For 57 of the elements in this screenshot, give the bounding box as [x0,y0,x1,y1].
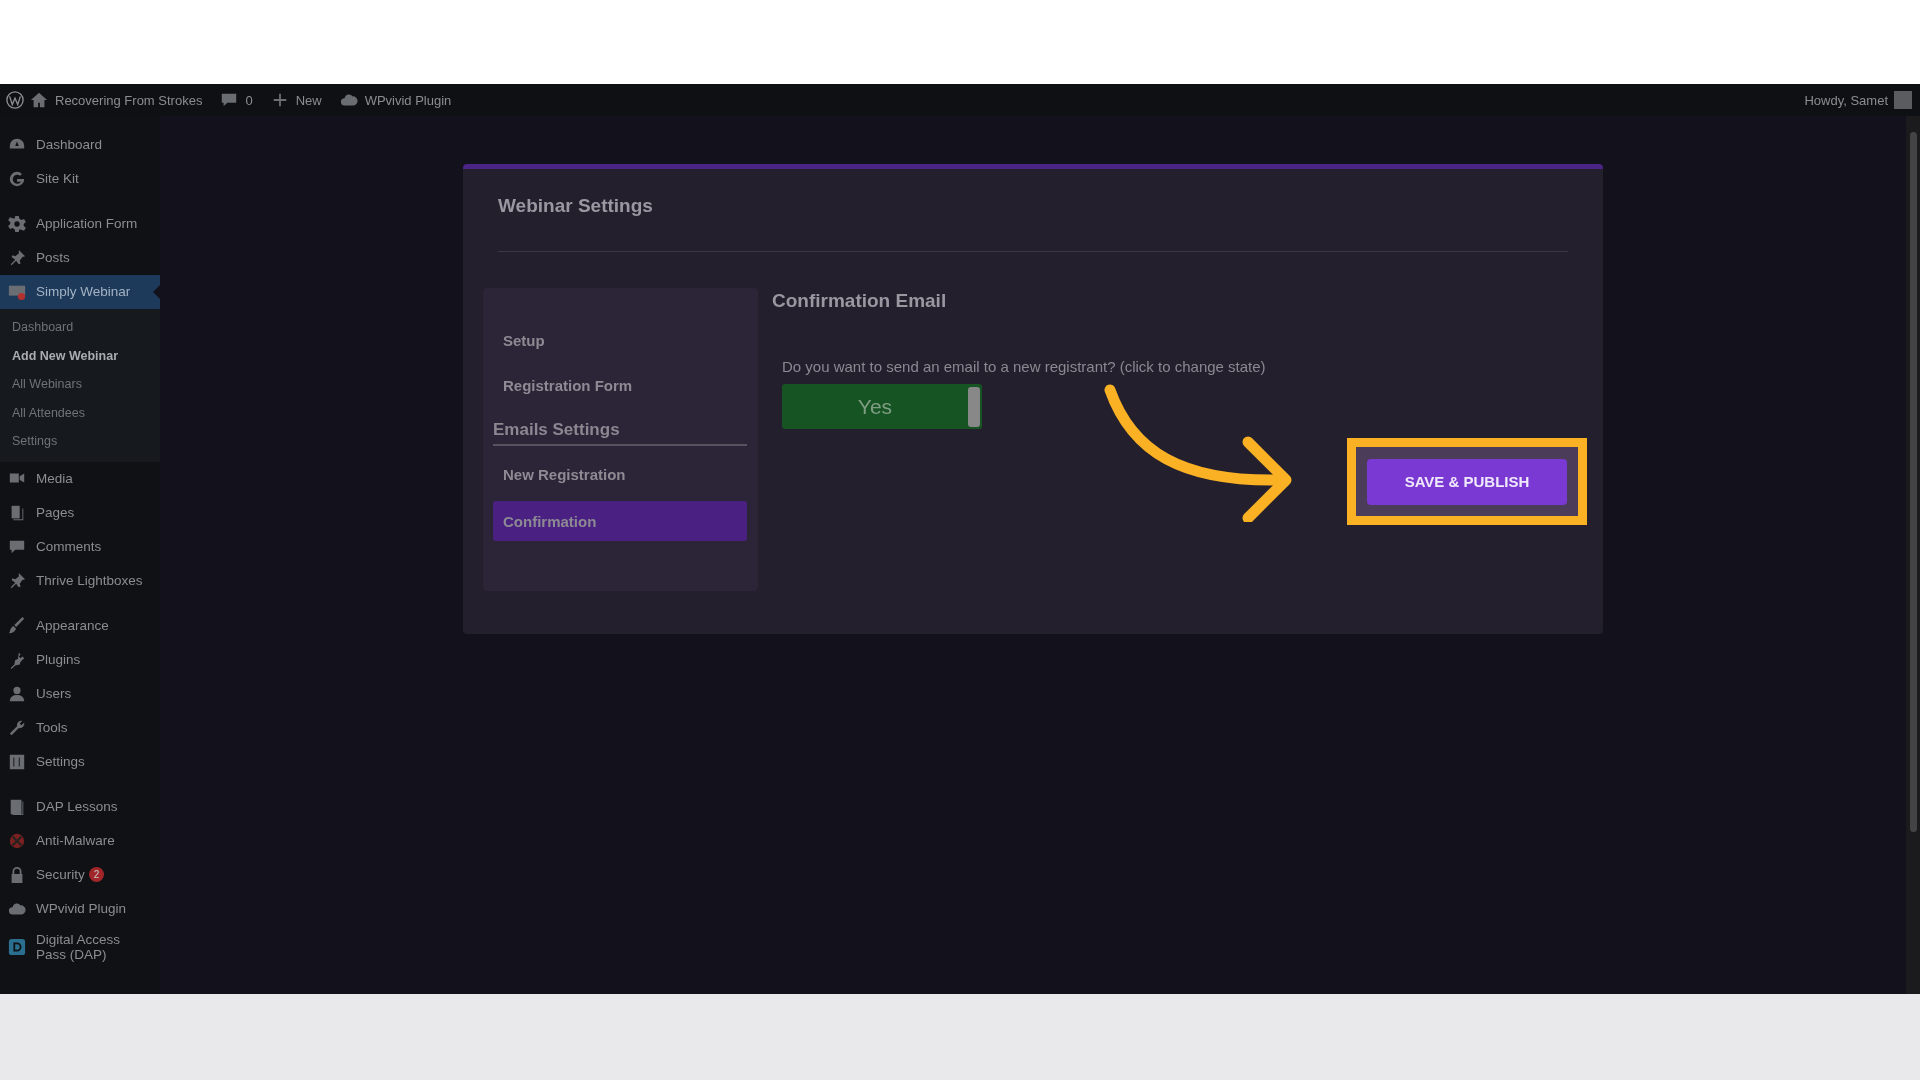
toggle-switch[interactable]: Yes [782,384,982,429]
sidebar-item[interactable]: Plugins [0,642,160,677]
new-link[interactable]: New [295,92,322,108]
sidebar-item[interactable]: Simply Webinar [0,275,160,309]
sidebar-item[interactable]: Security 2 [0,857,160,892]
wrench-icon [8,718,26,737]
sidebar-item[interactable]: Application Form [0,207,160,241]
submenu-item[interactable]: Settings [0,427,160,456]
sidebar-item[interactable]: Tools [0,710,160,745]
sidebar-item[interactable]: Posts [0,241,160,275]
sidebar-item[interactable]: Pages [0,495,160,530]
submenu-item[interactable]: All Webinars [0,370,160,399]
submenu-item[interactable]: Add New Webinar [0,341,160,370]
letter-g-icon [8,170,26,188]
comment-count[interactable]: 0 [245,92,253,108]
sidebar-item[interactable]: Site Kit [0,162,160,196]
nav-section-heading: Emails Settings [493,408,747,446]
submenu-item[interactable]: All Attendees [0,398,160,427]
card-title: Webinar Settings [498,195,654,217]
sliders-icon [8,752,26,771]
pushpin-icon [8,249,26,267]
sidebar-item[interactable]: DAP Lessons [0,789,160,824]
settings-icon [8,215,26,233]
paintbrush-icon [8,616,26,635]
wordpress-logo-icon [6,91,24,109]
nav-item[interactable]: Confirmation [493,501,747,541]
section-title: Confirmation Email [772,290,947,312]
save-publish-button[interactable]: SAVE & PUBLISH [1367,458,1567,505]
plugin-link[interactable]: WPvivid Plugin [364,92,452,108]
sidebar-item[interactable]: Appearance [0,608,160,643]
sidebar-item[interactable]: Media [0,461,160,496]
crossed-circle-icon [8,831,26,850]
nav-item[interactable]: Registration Form [493,363,747,408]
home-icon [30,91,48,109]
scrollbar-thumb[interactable] [1909,132,1917,832]
sidebar-item[interactable]: Users [0,676,160,711]
site-name-link[interactable]: Recovering From Strokes [55,92,203,108]
book-icon [8,797,26,816]
user-icon [8,684,26,703]
nav-item[interactable]: New Registration [493,452,747,497]
plug-icon [8,650,26,669]
video-screen-icon [8,283,26,301]
nav-item[interactable]: Setup [493,318,747,363]
sidebar-item[interactable]: Settings [0,744,160,779]
sidebar-item[interactable]: Anti-Malware [0,823,160,858]
question-text: Do you want to send an email to a new registrant? (click to change state) [782,358,1266,375]
sidebar-item[interactable]: Dashboard [0,128,160,162]
sidebar-item[interactable]: Comments [0,529,160,564]
pushpin-icon [8,571,26,590]
sidebar-item[interactable]: WPvivid Plugin [0,891,160,926]
letter-d-icon [8,938,26,956]
sidebar-item[interactable]: Thrive Lightboxes [0,563,160,598]
greeting-link[interactable]: Howdy, Samet [1804,92,1888,108]
submenu-item[interactable]: Dashboard [0,313,160,342]
sidebar-item[interactable]: Digital Access Pass (DAP) [0,925,160,969]
count-badge: 2 [88,867,105,882]
avatar[interactable] [1894,91,1912,109]
